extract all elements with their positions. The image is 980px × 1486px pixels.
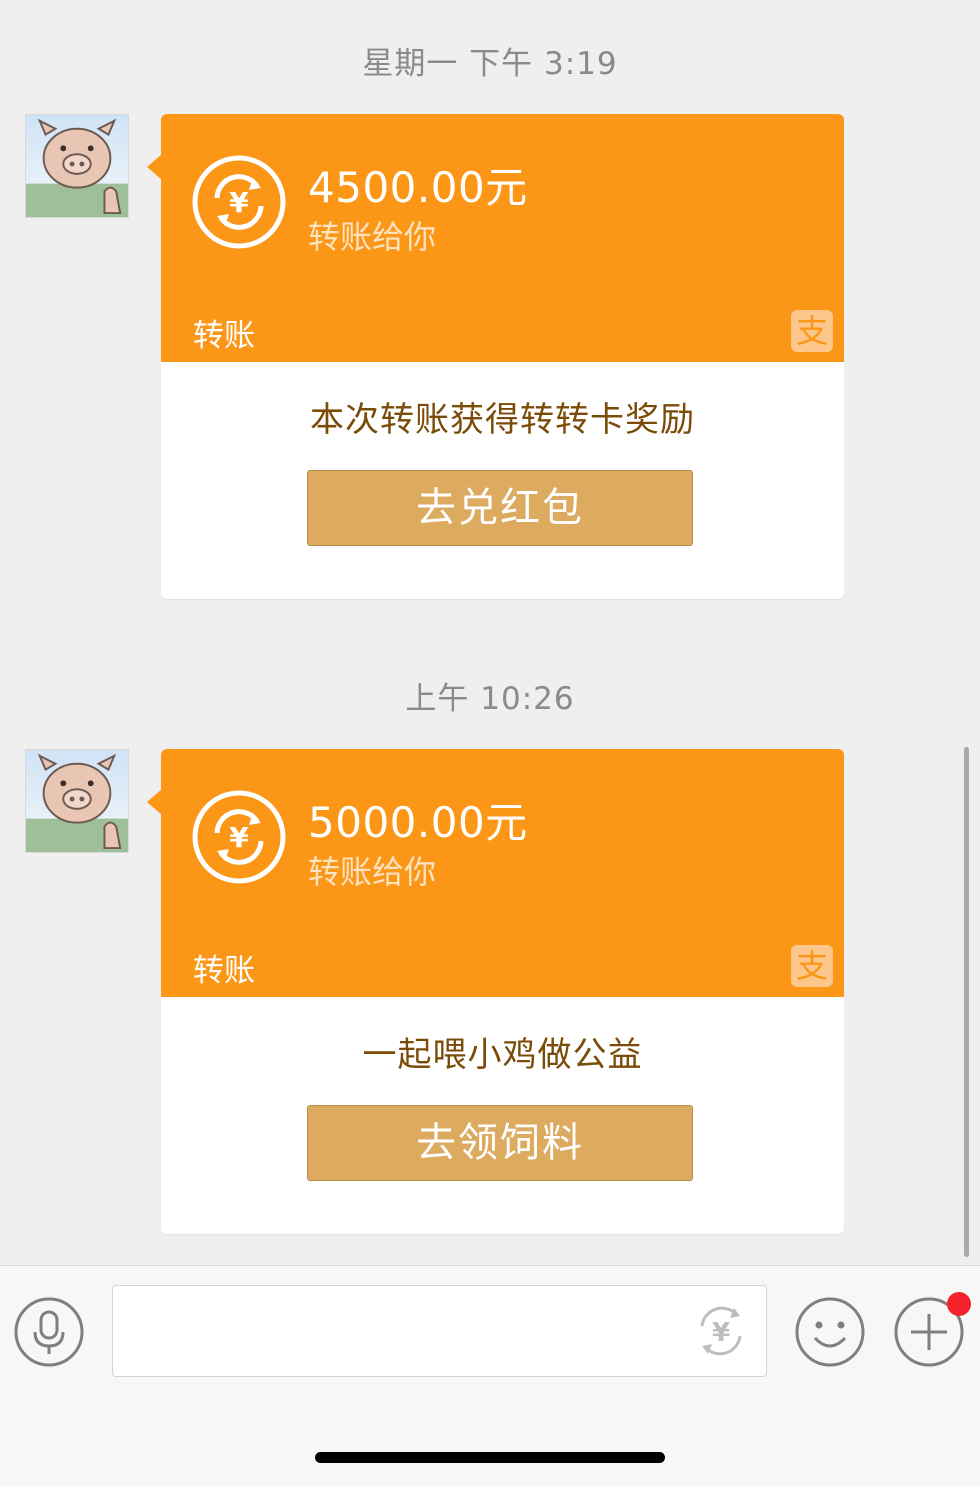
microphone-icon[interactable] xyxy=(13,1296,85,1368)
transfer-subtitle: 转账给你 xyxy=(308,218,437,256)
promo-section: 一起喂小鸡做公益 去领饲料 xyxy=(161,997,844,1234)
transfer-message-card[interactable]: ¥ 4500.00元 转账给你 转账 支 本次转账获得转转卡奖励 去兑红包 xyxy=(147,114,844,599)
transfer-type-label: 转账 xyxy=(193,953,255,989)
transfer-header[interactable]: ¥ 5000.00元 转账给你 转账 支 xyxy=(161,749,844,997)
alipay-logo-icon: 支 xyxy=(791,310,833,352)
transfer-amount: 5000.00元 xyxy=(308,798,528,847)
pig-avatar-image xyxy=(26,118,128,217)
transfer-subtitle: 转账给你 xyxy=(308,853,437,891)
yuan-transfer-icon[interactable]: ¥ xyxy=(690,1300,752,1362)
message-input[interactable]: ¥ xyxy=(112,1285,767,1377)
message-timestamp: 上午 10:26 xyxy=(405,681,575,717)
sender-avatar[interactable] xyxy=(25,749,129,853)
promo-text: 一起喂小鸡做公益 xyxy=(362,1035,643,1075)
svg-text:¥: ¥ xyxy=(229,821,249,854)
bubble-tail xyxy=(147,154,162,180)
svg-text:¥: ¥ xyxy=(712,1318,730,1348)
yuan-transfer-icon: ¥ xyxy=(192,155,286,249)
svg-text:¥: ¥ xyxy=(229,186,249,219)
yuan-transfer-icon: ¥ xyxy=(192,790,286,884)
get-feed-button[interactable]: 去领饲料 xyxy=(307,1105,693,1181)
promo-section: 本次转账获得转转卡奖励 去兑红包 xyxy=(161,362,844,599)
notification-dot xyxy=(947,1292,971,1316)
alipay-logo-icon: 支 xyxy=(791,945,833,987)
smiley-icon[interactable] xyxy=(794,1296,866,1368)
chat-scrollbar[interactable] xyxy=(964,747,969,1257)
transfer-message-card[interactable]: ¥ 5000.00元 转账给你 转账 支 一起喂小鸡做公益 去领饲料 xyxy=(147,749,844,1234)
redeem-red-packet-button[interactable]: 去兑红包 xyxy=(307,470,693,546)
pig-avatar-image xyxy=(26,753,128,852)
transfer-type-label: 转账 xyxy=(193,318,255,354)
message-timestamp: 星期一 下午 3:19 xyxy=(362,46,618,82)
promo-text: 本次转账获得转转卡奖励 xyxy=(310,400,695,440)
bubble-tail xyxy=(147,789,162,815)
home-indicator[interactable] xyxy=(315,1452,665,1463)
transfer-amount: 4500.00元 xyxy=(308,163,528,212)
transfer-header[interactable]: ¥ 4500.00元 转账给你 转账 支 xyxy=(161,114,844,362)
sender-avatar[interactable] xyxy=(25,114,129,218)
